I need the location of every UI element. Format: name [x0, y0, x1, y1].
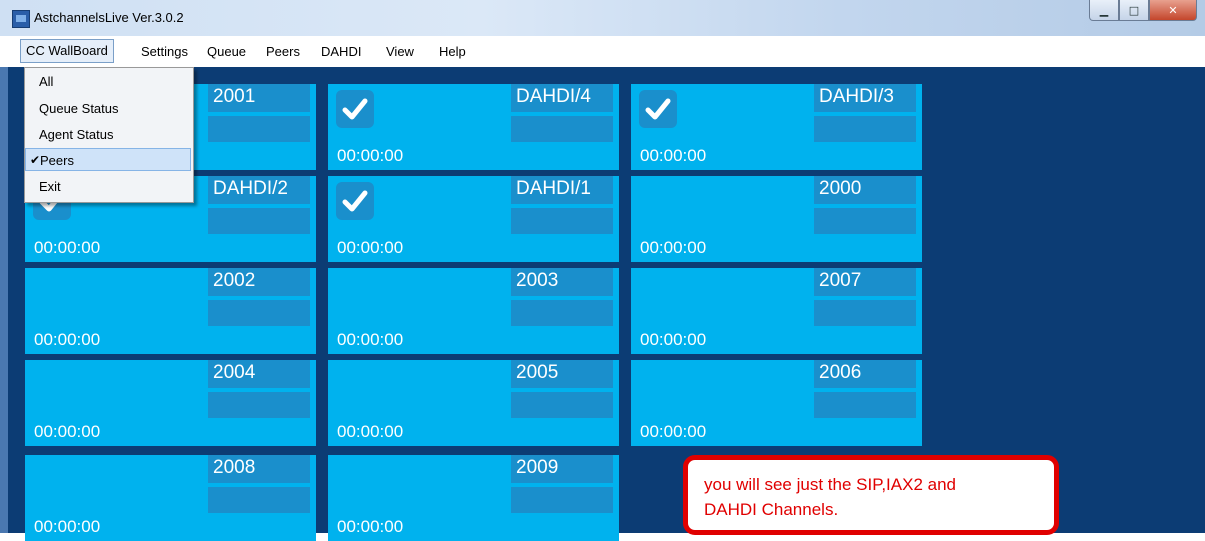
channel-tile[interactable]: DAHDI/3 00:00:00 [631, 84, 922, 170]
checkmark-icon: ✔ [30, 153, 41, 167]
channel-status-panel [511, 208, 613, 234]
minimize-button[interactable]: ▁ [1089, 0, 1119, 21]
checkmark-icon [639, 90, 677, 128]
channel-tile[interactable]: DAHDI/1 00:00:00 [328, 176, 619, 262]
channel-id: 2009 [511, 455, 613, 483]
channel-status-panel [511, 392, 613, 418]
window-title: AstchannelsLive Ver.3.0.2 [34, 10, 184, 25]
channel-status-panel [208, 487, 310, 513]
channel-id: 2005 [511, 360, 613, 388]
channel-id: 2006 [814, 360, 916, 388]
channel-id: DAHDI/3 [814, 84, 916, 112]
channel-status-panel [511, 116, 613, 142]
channel-timer: 00:00:00 [337, 422, 404, 441]
channel-status-panel [814, 208, 916, 234]
checkmark-icon [336, 90, 374, 128]
callout-line-2: DAHDI Channels. [704, 500, 839, 519]
channel-timer: 00:00:00 [337, 517, 404, 536]
menu-queue[interactable]: Queue [207, 44, 246, 59]
menu-settings[interactable]: Settings [141, 44, 188, 59]
channel-tile[interactable]: 2006 00:00:00 [631, 360, 922, 446]
channel-id: DAHDI/4 [511, 84, 613, 112]
window-controls: ▁ □ ✕ [1089, 0, 1197, 22]
channel-timer: 00:00:00 [640, 146, 707, 165]
channel-status-panel [511, 300, 613, 326]
channel-status-panel [208, 392, 310, 418]
menu-bar: CC WallBoard Settings Queue Peers DAHDI … [8, 36, 1205, 68]
channel-id: 2002 [208, 268, 310, 296]
channel-timer: 00:00:00 [34, 330, 101, 349]
channel-id: 2007 [814, 268, 916, 296]
dropdown-item-all[interactable]: All [25, 70, 191, 93]
dropdown-item-agent-status[interactable]: Agent Status [25, 123, 191, 146]
channel-timer: 00:00:00 [34, 238, 101, 257]
channel-tile[interactable]: 2007 00:00:00 [631, 268, 922, 354]
channel-id: 2008 [208, 455, 310, 483]
channel-id: 2003 [511, 268, 613, 296]
menu-cc-wallboard[interactable]: CC WallBoard [20, 39, 114, 63]
channel-id: DAHDI/2 [208, 176, 310, 204]
channel-timer: 00:00:00 [337, 238, 404, 257]
channel-status-panel [208, 116, 310, 142]
channel-tile[interactable]: DAHDI/4 00:00:00 [328, 84, 619, 170]
dropdown-item-label: Peers [40, 153, 74, 168]
channel-tile[interactable]: 2003 00:00:00 [328, 268, 619, 354]
channel-tile[interactable]: 2005 00:00:00 [328, 360, 619, 446]
channel-tile[interactable]: 2002 00:00:00 [25, 268, 316, 354]
dropdown-item-label: All [39, 74, 54, 89]
channel-tile[interactable]: 2004 00:00:00 [25, 360, 316, 446]
channel-timer: 00:00:00 [337, 146, 404, 165]
channel-id: 2001 [208, 84, 310, 112]
channel-status-panel [814, 116, 916, 142]
app-icon [12, 10, 30, 28]
dropdown-item-exit[interactable]: Exit [25, 175, 191, 198]
menu-view[interactable]: View [386, 44, 414, 59]
channel-timer: 00:00:00 [34, 422, 101, 441]
channel-timer: 00:00:00 [640, 238, 707, 257]
dropdown-item-queue-status[interactable]: Queue Status [25, 97, 191, 120]
channel-status-panel [511, 487, 613, 513]
maximize-button[interactable]: □ [1119, 0, 1149, 21]
channel-timer: 00:00:00 [34, 517, 101, 536]
channel-timer: 00:00:00 [640, 330, 707, 349]
channel-timer: 00:00:00 [640, 422, 707, 441]
channel-id: 2004 [208, 360, 310, 388]
channel-status-panel [208, 208, 310, 234]
channel-tile[interactable]: 2009 00:00:00 [328, 455, 619, 541]
dropdown-item-label: Agent Status [39, 127, 114, 142]
channel-id: DAHDI/1 [511, 176, 613, 204]
callout-line-1: you will see just the SIP,IAX2 and [704, 475, 957, 494]
menu-help[interactable]: Help [439, 44, 466, 59]
channel-tile[interactable]: 2008 00:00:00 [25, 455, 316, 541]
channel-tile[interactable]: 2000 00:00:00 [631, 176, 922, 262]
cc-wallboard-dropdown: All Queue Status Agent Status ✔ Peers Ex… [24, 67, 194, 203]
channel-id: 2000 [814, 176, 916, 204]
dropdown-item-label: Exit [39, 179, 61, 194]
left-edge [0, 67, 8, 533]
annotation-callout: you will see just the SIP,IAX2 and DAHDI… [683, 455, 1059, 535]
dropdown-item-label: Queue Status [39, 101, 119, 116]
channel-status-panel [208, 300, 310, 326]
menu-peers[interactable]: Peers [266, 44, 300, 59]
title-bar: AstchannelsLive Ver.3.0.2 ▁ □ ✕ [0, 0, 1205, 36]
menu-dahdi[interactable]: DAHDI [321, 44, 361, 59]
checkmark-icon [336, 182, 374, 220]
channel-status-panel [814, 300, 916, 326]
close-button[interactable]: ✕ [1149, 0, 1197, 21]
dropdown-item-peers[interactable]: ✔ Peers [25, 148, 191, 171]
channel-timer: 00:00:00 [337, 330, 404, 349]
channel-status-panel [814, 392, 916, 418]
